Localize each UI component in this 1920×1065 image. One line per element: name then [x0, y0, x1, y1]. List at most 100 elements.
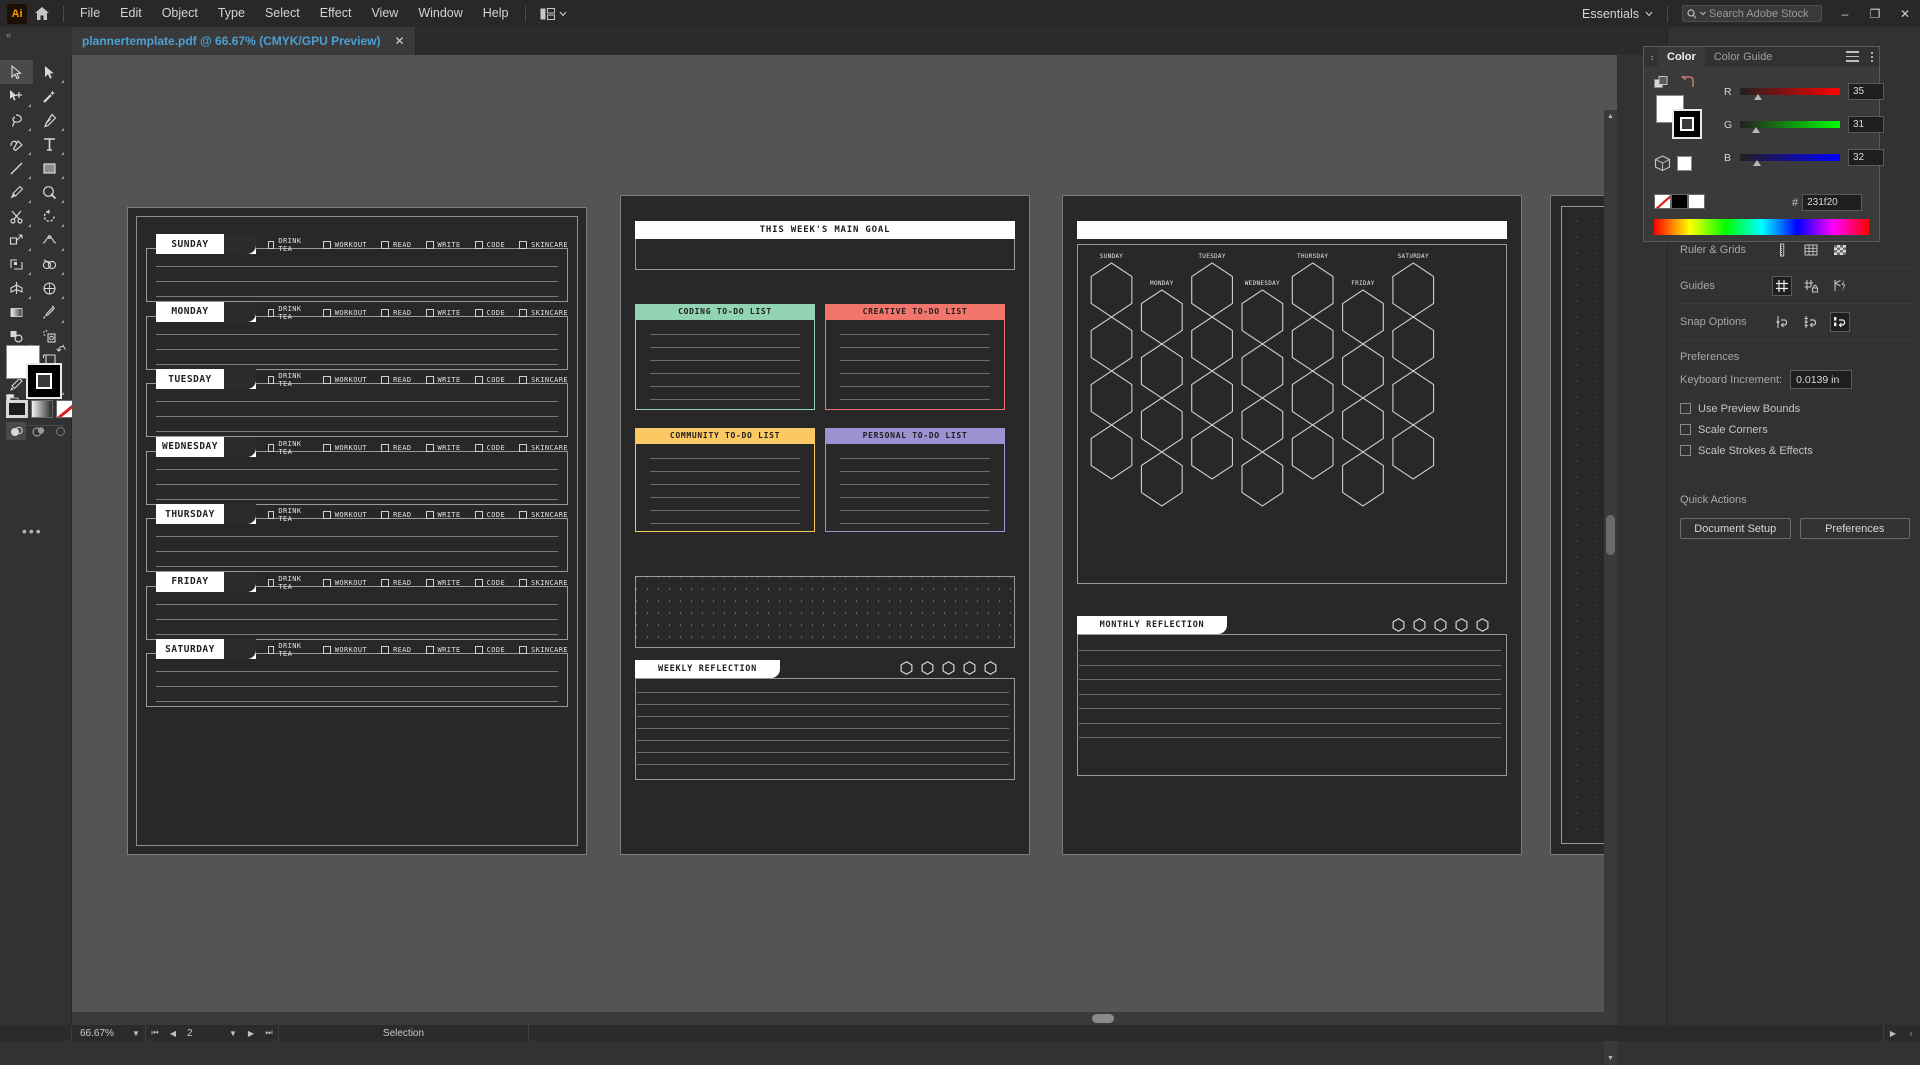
habit-checkbox-item[interactable]: WORKOUT — [323, 372, 367, 388]
checkbox-icon[interactable] — [381, 646, 389, 654]
artboard-todo-page[interactable]: THIS WEEK'S MAIN GOAL CODING TO-DO LISTC… — [620, 195, 1030, 855]
direct-selection-tool[interactable] — [33, 60, 66, 84]
channel-value-input[interactable]: 32 — [1848, 149, 1884, 166]
habit-checkbox-item[interactable]: DRINK TEA — [268, 440, 309, 456]
black-swatch[interactable] — [1671, 194, 1688, 209]
habit-checkbox-item[interactable]: READ — [381, 305, 411, 321]
hex-input[interactable]: 231f20 — [1802, 194, 1862, 211]
color-slider-b[interactable]: B32 — [1724, 149, 1884, 166]
panel-options-icon[interactable] — [1871, 52, 1873, 64]
habit-checkbox-item[interactable]: DRINK TEA — [268, 372, 309, 388]
day-block[interactable]: THURSDAYDRINK TEAWORKOUTREADWRITECODESKI… — [146, 504, 568, 572]
checkbox-icon[interactable] — [519, 376, 527, 384]
none-swatch[interactable] — [1654, 194, 1671, 209]
collapse-panel-icon[interactable]: « — [6, 30, 11, 40]
shape-builder-tool[interactable] — [33, 252, 66, 276]
habit-checkbox-item[interactable]: WORKOUT — [323, 305, 367, 321]
snap-to-point-icon[interactable] — [1772, 312, 1792, 332]
menu-type[interactable]: Type — [208, 0, 255, 27]
day-block[interactable]: SUNDAYDRINK TEAWORKOUTREADWRITECODESKINC… — [146, 234, 568, 302]
habit-checkbox-item[interactable]: WRITE — [426, 372, 461, 388]
color-3d-icon[interactable] — [1654, 155, 1671, 172]
todo-list-card[interactable]: CREATIVE TO-DO LIST — [825, 304, 1005, 410]
scale-strokes-effects-checkbox[interactable]: Scale Strokes & Effects — [1680, 441, 1910, 460]
checkbox-icon[interactable] — [323, 309, 331, 317]
monthly-reflection-box[interactable] — [1077, 634, 1507, 776]
checkbox-icon[interactable] — [426, 444, 434, 452]
lock-guides-icon[interactable] — [1801, 276, 1821, 296]
scroll-up-icon[interactable]: ▲ — [1604, 110, 1617, 123]
status-right-controls[interactable]: ▶ ‹ — [1884, 1025, 1920, 1041]
rating-hexagon[interactable] — [900, 661, 913, 680]
close-icon[interactable]: ✕ — [394, 34, 404, 48]
habit-checkbox-item[interactable]: WRITE — [426, 440, 461, 456]
todo-list-body[interactable] — [635, 443, 815, 532]
day-block[interactable]: SATURDAYDRINK TEAWORKOUTREADWRITECODESKI… — [146, 639, 568, 707]
keyboard-increment-input[interactable]: 0.0139 in — [1790, 370, 1852, 389]
last-page-icon[interactable]: ⏭ — [260, 1028, 278, 1038]
chevron-down-icon[interactable]: ▼ — [127, 1029, 145, 1038]
restore-button[interactable]: ❐ — [1860, 0, 1890, 27]
transparency-grid-icon[interactable] — [1830, 240, 1850, 260]
habit-checkbox-item[interactable]: READ — [381, 237, 411, 253]
todo-list-body[interactable] — [635, 319, 815, 410]
slider-track[interactable] — [1740, 121, 1840, 128]
notes-dot-grid[interactable] — [635, 576, 1015, 648]
habit-checkbox-item[interactable]: SKINCARE — [519, 507, 568, 523]
current-tool-label[interactable]: Selection — [279, 1025, 529, 1041]
color-white-swatch[interactable] — [1677, 156, 1692, 171]
habit-checkbox-item[interactable]: WRITE — [426, 237, 461, 253]
paintbrush-tool[interactable] — [0, 180, 33, 204]
menu-object[interactable]: Object — [152, 0, 208, 27]
checkbox-icon[interactable] — [475, 309, 483, 317]
habit-checkbox-item[interactable]: SKINCARE — [519, 305, 568, 321]
habit-checkbox-item[interactable]: WORKOUT — [323, 642, 367, 658]
rating-hexagon[interactable] — [1455, 618, 1468, 637]
rotate-tool[interactable] — [33, 204, 66, 228]
rectangle-tool[interactable] — [33, 156, 66, 180]
show-guides-icon[interactable] — [1772, 276, 1792, 296]
arrange-documents-button[interactable] — [532, 4, 575, 24]
checkbox-icon[interactable] — [475, 579, 483, 587]
rating-hexagon[interactable] — [942, 661, 955, 680]
checkbox-icon[interactable] — [426, 511, 434, 519]
artboard-monthly-calendar[interactable]: SUNDAYMONDAYTUESDAYWEDNESDAYTHURSDAYFRID… — [1062, 195, 1522, 855]
checkbox-icon[interactable] — [381, 511, 389, 519]
white-swatch[interactable] — [1688, 194, 1705, 209]
tab-color[interactable]: Color — [1658, 47, 1705, 67]
checkbox-icon[interactable] — [519, 444, 527, 452]
habit-checkbox-item[interactable]: SKINCARE — [519, 575, 568, 591]
fill-stroke-toggle-icon[interactable] — [1654, 76, 1670, 91]
use-preview-bounds-checkbox[interactable]: Use Preview Bounds — [1680, 399, 1910, 418]
habit-checkbox-item[interactable]: WORKOUT — [323, 575, 367, 591]
todo-list-body[interactable] — [825, 319, 1005, 410]
stroke-swatch[interactable] — [26, 363, 62, 399]
checkbox-icon[interactable] — [519, 646, 527, 654]
minimize-button[interactable]: – — [1830, 0, 1860, 27]
todo-list-card[interactable]: PERSONAL TO-DO LIST — [825, 428, 1005, 532]
checkbox-icon[interactable] — [475, 444, 483, 452]
edit-toolbar-icon[interactable]: ••• — [22, 523, 43, 539]
channel-value-input[interactable]: 31 — [1848, 116, 1884, 133]
checkbox-icon[interactable] — [1680, 403, 1691, 414]
type-tool[interactable] — [33, 132, 66, 156]
menu-view[interactable]: View — [361, 0, 408, 27]
checkbox-icon[interactable] — [519, 309, 527, 317]
artboard-weekly-planner[interactable]: SUNDAYDRINK TEAWORKOUTREADWRITECODESKINC… — [127, 207, 587, 855]
prev-page-icon[interactable]: ◀ — [164, 1029, 182, 1038]
magic-wand-tool[interactable] — [33, 84, 66, 108]
todo-list-card[interactable]: COMMUNITY TO-DO LIST — [635, 428, 815, 532]
group-selection-tool[interactable] — [0, 84, 33, 108]
perspective-grid-tool[interactable] — [0, 276, 33, 300]
habit-checkbox-item[interactable]: CODE — [475, 575, 505, 591]
habit-checkbox-item[interactable]: WORKOUT — [323, 440, 367, 456]
gradient-tool[interactable] — [0, 300, 33, 324]
habit-checkbox-item[interactable]: READ — [381, 507, 411, 523]
habit-checkbox-item[interactable]: CODE — [475, 237, 505, 253]
menu-help[interactable]: Help — [473, 0, 519, 27]
panel-grip-icon[interactable]: ↕ — [1650, 53, 1654, 62]
habit-checkbox-item[interactable]: READ — [381, 440, 411, 456]
mesh-tool[interactable] — [33, 276, 66, 300]
document-setup-button[interactable]: Document Setup — [1680, 518, 1791, 539]
habit-checkbox-item[interactable]: READ — [381, 372, 411, 388]
